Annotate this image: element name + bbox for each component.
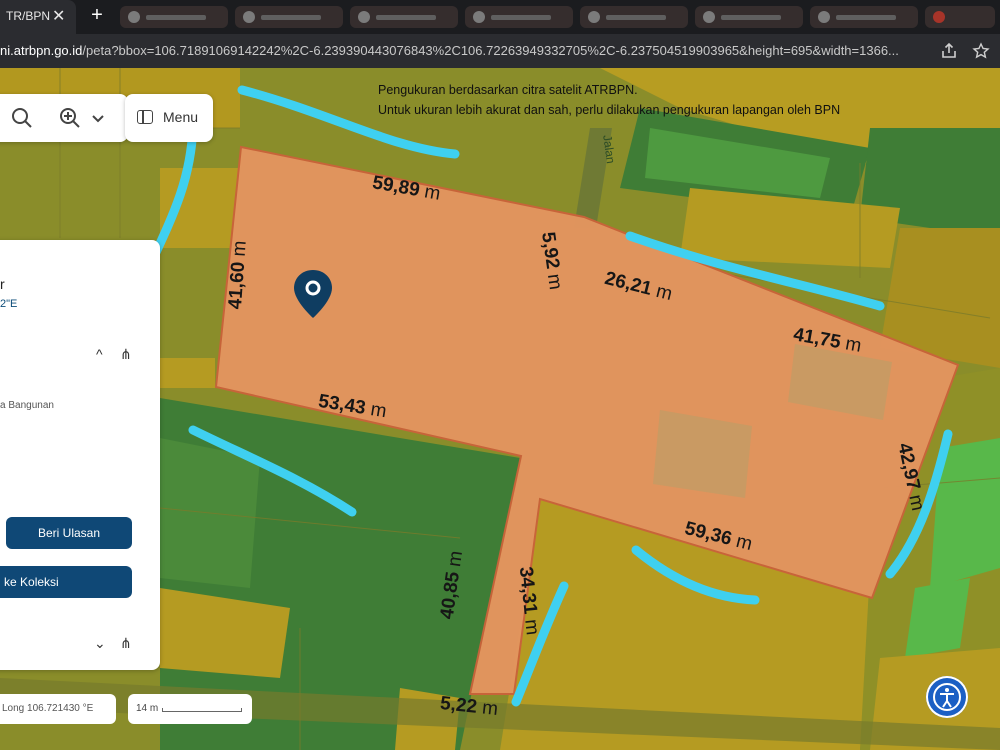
tab-title-blurred: [261, 15, 321, 20]
tab-favicon-icon: [933, 11, 945, 23]
tab-title-blurred: [376, 15, 436, 20]
tab-favicon-icon: [128, 11, 140, 23]
close-tab-icon[interactable]: ✕: [52, 6, 65, 26]
measure-value: 41,60: [224, 261, 250, 310]
land-parcel: [160, 358, 215, 388]
tab-favicon-icon: [703, 11, 715, 23]
coordinate-readout: Long 106.721430 °E: [0, 694, 116, 724]
info-panel: r 2"E ^ ⋔ a Bangunan Beri Ulasan n ke Ko…: [0, 240, 160, 670]
tab-favicon-icon: [243, 11, 255, 23]
tab-title: TR/BPN: [6, 9, 51, 23]
tab-item[interactable]: [810, 6, 918, 28]
measure-unit: m: [444, 549, 468, 569]
accessibility-icon[interactable]: [926, 676, 968, 718]
tab-title-blurred: [721, 15, 781, 20]
new-tab-button[interactable]: +: [86, 4, 108, 26]
chevron-up-icon[interactable]: ^: [96, 346, 103, 362]
url-host: ni.atrbpn.go.id: [0, 43, 83, 58]
tab-item[interactable]: [695, 6, 803, 28]
scale-bar: 14 m: [128, 694, 252, 724]
measure-unit: m: [369, 399, 388, 423]
measure-value: 5,22: [439, 693, 479, 718]
notice-line-2: Untuk ukuran lebih akurat dan sah, perlu…: [378, 103, 841, 117]
scale-label: 14 m: [136, 703, 159, 714]
panel-coordinate: 2"E: [0, 298, 18, 310]
measurement-notice: Pengukuran berdasarkan citra satelit ATR…: [378, 80, 840, 120]
measure-unit: m: [228, 239, 251, 258]
measure-unit: m: [542, 272, 566, 292]
tab-title-blurred: [606, 15, 666, 20]
url-path: /peta?bbox=106.71891069142242%2C-6.23939…: [82, 43, 899, 58]
map-toolbar: [0, 94, 128, 142]
map-canvas[interactable]: Pengukuran berdasarkan citra satelit ATR…: [0, 68, 1000, 750]
tab-title-blurred: [491, 15, 551, 20]
tab-item[interactable]: [120, 6, 228, 28]
menu-icon: [137, 110, 153, 124]
tab-favicon-icon: [818, 11, 830, 23]
tab-item[interactable]: [465, 6, 573, 28]
measure-unit: m: [481, 697, 500, 720]
browser-tab-bar: TR/BPN ✕ +: [0, 0, 1000, 34]
tab-item[interactable]: [925, 6, 995, 28]
tab-title-blurred: [836, 15, 896, 20]
search-icon[interactable]: [10, 106, 34, 130]
zoom-in-icon[interactable]: [58, 106, 82, 130]
panel-title: r: [0, 276, 5, 292]
land-parcel: [905, 578, 970, 658]
tab-favicon-icon: [473, 11, 485, 23]
menu-label: Menu: [163, 109, 199, 125]
share-page-icon[interactable]: [940, 42, 958, 60]
tab-title-blurred: [146, 15, 206, 20]
review-button[interactable]: Beri Ulasan: [6, 517, 132, 549]
panel-subtitle: a Bangunan: [0, 400, 54, 411]
share-icon[interactable]: ⋔: [120, 346, 132, 363]
tab-active[interactable]: TR/BPN ✕: [0, 0, 76, 34]
tab-favicon-icon: [358, 11, 370, 23]
location-pin-icon[interactable]: [292, 268, 334, 320]
tab-item[interactable]: [350, 6, 458, 28]
tab-item[interactable]: [580, 6, 688, 28]
chevron-down-icon[interactable]: ⌄: [94, 635, 106, 652]
add-to-collection-button[interactable]: n ke Koleksi: [0, 566, 132, 598]
measure-unit: m: [520, 618, 543, 637]
scale-line: [162, 708, 242, 712]
share-icon[interactable]: ⋔: [120, 635, 132, 652]
notice-line-1: Pengukuran berdasarkan citra satelit ATR…: [378, 83, 638, 97]
tab-item[interactable]: [235, 6, 343, 28]
tab-favicon-icon: [588, 11, 600, 23]
menu-button[interactable]: Menu: [125, 94, 213, 142]
bookmark-star-icon[interactable]: [972, 42, 990, 60]
url-text[interactable]: ni.atrbpn.go.id/peta?bbox=106.7189106914…: [0, 43, 930, 58]
chevron-down-icon[interactable]: [86, 106, 110, 130]
